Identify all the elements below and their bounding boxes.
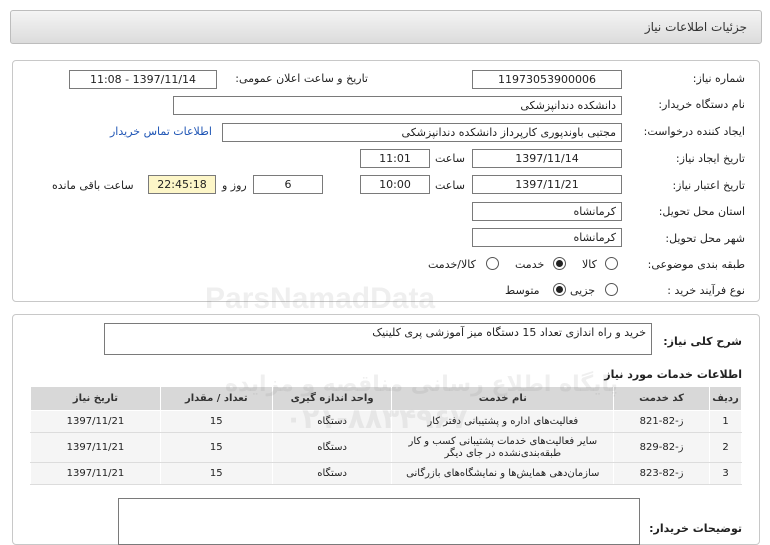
days-label: روز و <box>222 179 247 192</box>
cell-row: 1 <box>709 410 742 433</box>
cell-qty: 15 <box>159 462 273 485</box>
col-code: کد خدمت <box>613 386 711 411</box>
cell-code: ز-82-823 <box>613 462 711 485</box>
created-date-label: تاریخ ایجاد نیاز: <box>675 152 745 165</box>
contact-buyer-link[interactable]: اطلاعات تماس خریدار <box>110 125 212 138</box>
table-row: 3 ز-82-823 سازمان‌دهی همایش‌ها و نمایشگا… <box>30 462 742 485</box>
city-field[interactable]: کرمانشاه <box>472 228 622 247</box>
category-service-label: خدمت <box>515 258 545 271</box>
services-header-row: ردیف کد خدمت نام خدمت واحد اندازه گیری ت… <box>30 386 742 411</box>
table-row: 1 ز-82-821 فعالیت‌های اداره و پشتیبانی د… <box>30 410 742 433</box>
days-remaining-field[interactable]: 6 <box>253 175 323 194</box>
cell-unit: دستگاه <box>271 410 393 433</box>
process-medium-label: متوسط <box>505 284 540 297</box>
category-goods-label: کالا <box>582 258 597 271</box>
cell-row: 3 <box>709 462 742 485</box>
announce-datetime-field[interactable]: 1397/11/14 - 11:08 <box>69 70 217 89</box>
cell-name: فعالیت‌های اداره و پشتیبانی دفتر کار <box>391 410 615 433</box>
cell-unit: دستگاه <box>271 462 393 485</box>
created-time-field[interactable]: 11:01 <box>360 149 430 168</box>
services-table: ردیف کد خدمت نام خدمت واحد اندازه گیری ت… <box>30 386 742 485</box>
cell-code: ز-82-821 <box>613 410 711 433</box>
col-name: نام خدمت <box>391 386 615 411</box>
cell-name: سازمان‌دهی همایش‌ها و نمایشگاه‌های بازرگ… <box>391 462 615 485</box>
cell-date: 1397/11/21 <box>30 410 161 433</box>
cell-qty: 15 <box>159 410 273 433</box>
remaining-time-field: 22:45:18 <box>148 175 216 194</box>
cell-name: سایر فعالیت‌های خدمات پشتیبانی کسب و کار… <box>391 432 615 463</box>
buyer-org-field[interactable]: دانشکده دندانپزشکی <box>173 96 622 115</box>
buyer-notes-textbox[interactable] <box>118 498 640 545</box>
created-time-label: ساعت <box>435 152 465 165</box>
process-minor-label: جزیی <box>570 284 596 297</box>
category-goods-radio[interactable] <box>605 257 618 270</box>
created-date-field[interactable]: 1397/11/14 <box>472 149 622 168</box>
cell-unit: دستگاه <box>271 432 393 463</box>
col-qty: تعداد / مقدار <box>159 386 273 411</box>
category-goods-service-label: کالا/خدمت <box>428 258 476 271</box>
cell-date: 1397/11/21 <box>30 432 161 463</box>
province-label: استان محل تحویل: <box>658 205 745 218</box>
process-label: نوع فرآیند خرید : <box>667 284 745 297</box>
cell-date: 1397/11/21 <box>30 462 161 485</box>
need-number-field[interactable]: 11973053900006 <box>472 70 622 89</box>
window-titlebar: جزئیات اطلاعات نیاز <box>10 10 762 44</box>
col-date: تاریخ نیاز <box>30 386 161 411</box>
buyer-org-label: نام دستگاه خریدار: <box>658 98 745 111</box>
valid-date-field[interactable]: 1397/11/21 <box>472 175 622 194</box>
summary-textbox[interactable]: خرید و راه اندازی تعداد 15 دستگاه میز آم… <box>104 323 652 355</box>
category-service-radio[interactable] <box>553 257 566 270</box>
city-label: شهر محل تحویل: <box>665 232 745 245</box>
province-field[interactable]: کرمانشاه <box>472 202 622 221</box>
process-medium-radio[interactable] <box>553 283 566 296</box>
valid-time-label: ساعت <box>435 179 465 192</box>
valid-date-label: تاریخ اعتبار نیاز: <box>672 179 745 192</box>
col-unit: واحد اندازه گیری <box>271 386 393 411</box>
valid-time-field[interactable]: 10:00 <box>360 175 430 194</box>
need-number-label: شماره نیاز: <box>692 72 745 85</box>
process-minor-radio[interactable] <box>605 283 618 296</box>
requester-field[interactable]: مجتبی باوندپوری کارپرداز دانشکده دندانپز… <box>222 123 622 142</box>
cell-code: ز-82-829 <box>613 432 711 463</box>
category-goods-service-radio[interactable] <box>486 257 499 270</box>
cell-qty: 15 <box>159 432 273 463</box>
window-title: جزئیات اطلاعات نیاز <box>644 20 747 34</box>
services-title: اطلاعات خدمات مورد نیاز <box>604 368 742 381</box>
table-row: 2 ز-82-829 سایر فعالیت‌های خدمات پشتیبان… <box>30 432 742 463</box>
buyer-notes-label: توضیحات خریدار: <box>649 522 742 535</box>
remaining-time-label: ساعت باقی مانده <box>52 179 134 192</box>
requester-label: ایجاد کننده درخواست: <box>643 125 745 138</box>
summary-label: شرح کلی نیاز: <box>663 335 742 348</box>
cell-row: 2 <box>709 432 742 463</box>
announce-label: تاریخ و ساعت اعلان عمومی: <box>235 72 368 85</box>
category-label: طبقه بندی موضوعی: <box>647 258 745 271</box>
col-row: ردیف <box>709 386 742 411</box>
